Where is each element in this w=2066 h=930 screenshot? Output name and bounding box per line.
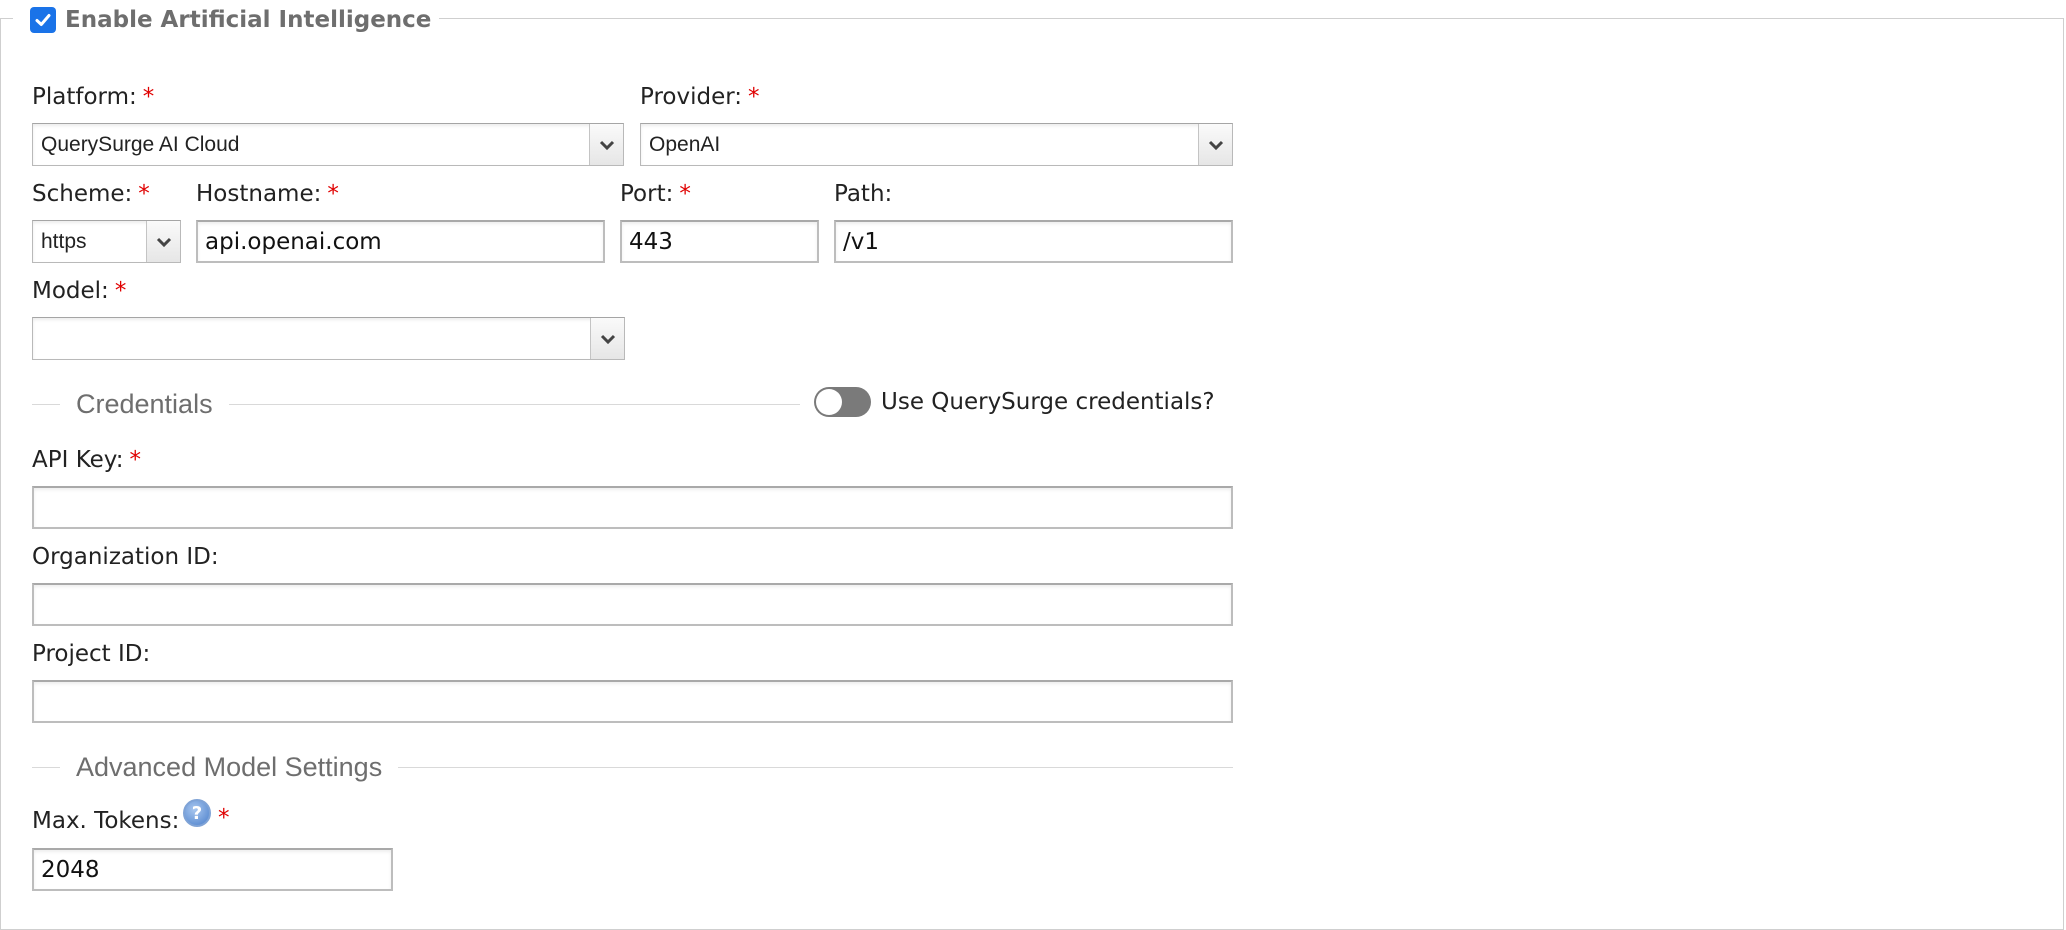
model-dropdown-button[interactable] xyxy=(590,318,624,359)
api-key-input[interactable] xyxy=(32,486,1233,529)
check-icon xyxy=(35,14,51,26)
help-icon[interactable]: ? xyxy=(183,799,211,827)
advanced-section-header: Advanced Model Settings xyxy=(32,750,1233,784)
hostname-label: Hostname: * xyxy=(196,181,339,207)
provider-label: Provider: * xyxy=(640,84,760,110)
max-tokens-label: Max. Tokens: xyxy=(32,808,180,834)
path-label: Path: xyxy=(834,181,893,207)
organization-id-label: Organization ID: xyxy=(32,544,219,570)
fieldset-legend: Enable Artificial Intelligence xyxy=(13,0,440,40)
port-label: Port: * xyxy=(620,181,691,207)
divider xyxy=(228,403,800,405)
required-mark: * xyxy=(114,278,127,304)
required-mark: * xyxy=(748,84,760,110)
port-input[interactable]: 443 xyxy=(620,220,819,263)
enable-ai-label[interactable]: Enable Artificial Intelligence xyxy=(65,7,431,33)
required-mark: * xyxy=(327,181,339,207)
path-input[interactable]: /v1 xyxy=(834,220,1233,263)
platform-select[interactable]: QuerySurge AI Cloud xyxy=(32,123,624,166)
chevron-down-icon xyxy=(1208,140,1223,150)
required-mark: * xyxy=(129,447,141,473)
chevron-down-icon xyxy=(599,140,614,150)
scheme-dropdown-button[interactable] xyxy=(146,221,180,262)
chevron-down-icon xyxy=(600,334,615,344)
max-tokens-input[interactable]: 2048 xyxy=(32,848,393,891)
divider xyxy=(32,403,60,405)
divider xyxy=(398,766,1233,768)
credentials-section-header: Credentials xyxy=(32,387,800,421)
project-id-label: Project ID: xyxy=(32,641,151,667)
model-label: Model: * xyxy=(32,278,127,304)
required-mark: * xyxy=(218,805,230,831)
project-id-input[interactable] xyxy=(32,680,1233,723)
platform-label: Platform: * xyxy=(32,84,155,110)
hostname-input[interactable]: api.openai.com xyxy=(196,220,605,263)
provider-dropdown-button[interactable] xyxy=(1198,124,1232,165)
model-select[interactable] xyxy=(32,317,625,360)
credentials-title: Credentials xyxy=(76,388,213,419)
api-key-label: API Key: * xyxy=(32,447,141,473)
advanced-title: Advanced Model Settings xyxy=(76,751,383,782)
organization-id-input[interactable] xyxy=(32,583,1233,626)
divider xyxy=(32,766,60,768)
required-mark: * xyxy=(679,181,691,207)
toggle-knob xyxy=(816,389,842,415)
use-querysurge-credentials-toggle[interactable] xyxy=(814,387,871,417)
provider-select[interactable]: OpenAI xyxy=(640,123,1233,166)
scheme-label: Scheme: * xyxy=(32,181,150,207)
required-mark: * xyxy=(142,84,155,110)
max-tokens-required: * xyxy=(212,804,230,832)
enable-ai-checkbox[interactable] xyxy=(30,7,56,33)
chevron-down-icon xyxy=(156,237,171,247)
use-querysurge-credentials-label[interactable]: Use QuerySurge credentials? xyxy=(881,389,1215,415)
scheme-select[interactable]: https xyxy=(32,220,181,263)
required-mark: * xyxy=(138,181,150,207)
platform-dropdown-button[interactable] xyxy=(589,124,623,165)
